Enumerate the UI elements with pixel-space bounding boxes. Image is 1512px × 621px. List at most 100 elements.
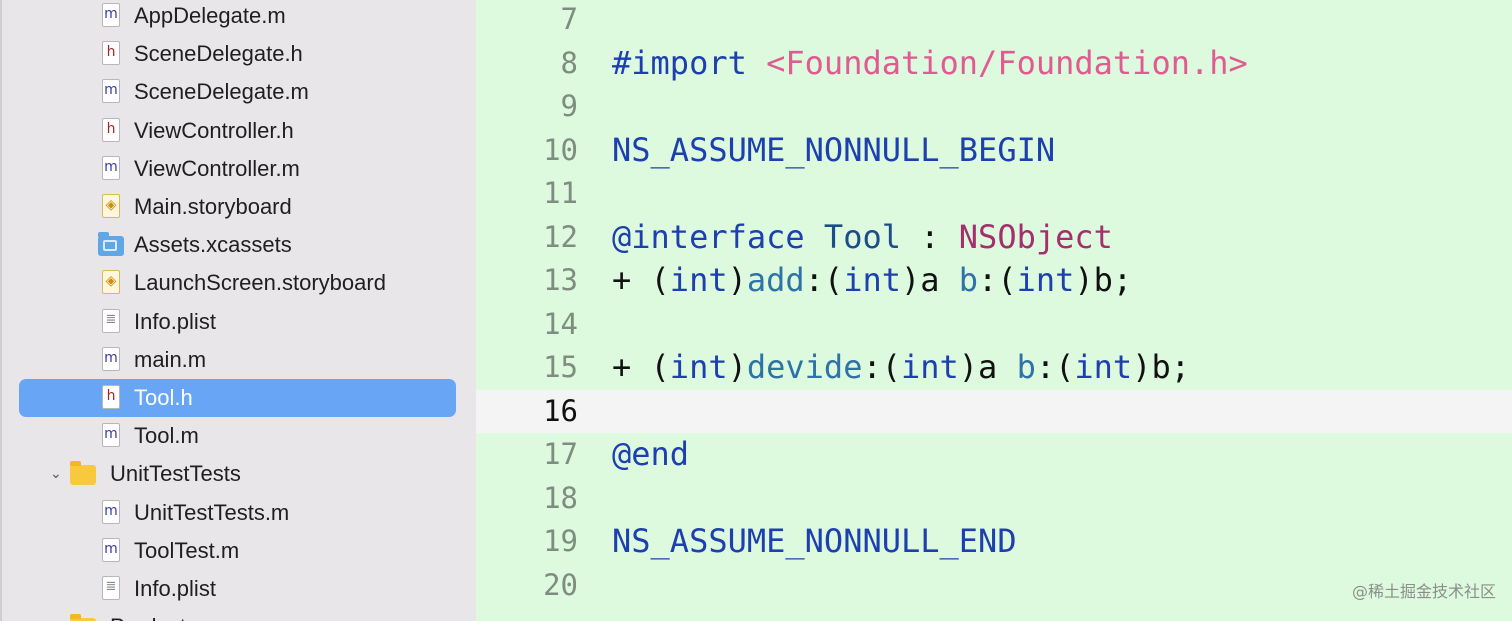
code-line[interactable]: 19 NS_ASSUME_NONNULL_END	[476, 520, 1512, 563]
navigator-item-label: ToolTest.m	[134, 537, 240, 563]
navigator-item-label: Tool.h	[134, 385, 193, 410]
navigator-item-products[interactable]: › Products	[0, 608, 476, 621]
code-text: #import <Foundation/Foundation.h>	[612, 42, 1248, 85]
code-line[interactable]: 10 NS_ASSUME_NONNULL_BEGIN	[476, 129, 1512, 172]
project-navigator: m AppDelegate.m h SceneDelegate.h m SceneDele…	[0, 0, 476, 621]
code-token: @end	[612, 435, 690, 473]
line-number: 18	[543, 480, 578, 515]
asset-catalog-folder-icon	[98, 232, 124, 257]
code-token: )a	[900, 261, 959, 299]
navigator-item-unittesttests-m[interactable]: m UnitTestTests.m	[0, 494, 476, 532]
code-token: :	[900, 217, 959, 256]
code-text: + (int)devide:(int)a b:(int)b;	[612, 346, 1190, 389]
folder-icon	[70, 461, 96, 486]
code-line[interactable]: 15 + (int)devide:(int)a b:(int)b;	[476, 346, 1512, 389]
code-token: #import	[612, 43, 767, 82]
navigator-item-assets-xcassets[interactable]: Assets.xcassets	[0, 226, 476, 264]
code-token: :(	[978, 261, 1017, 299]
line-number: 16	[543, 393, 578, 428]
code-text: @end	[612, 433, 689, 476]
navigator-item-label: UnitTestTests	[110, 461, 241, 487]
code-token: + (	[612, 348, 670, 386]
code-line[interactable]: 13 + (int)add:(int)a b:(int)b;	[476, 259, 1512, 302]
line-number: 11	[543, 176, 578, 210]
code-line[interactable]: 7	[476, 0, 1512, 41]
navigator-item-label: Tool.m	[134, 423, 199, 449]
navigator-item-info-plist[interactable]: ≣ Info.plist	[0, 570, 476, 608]
line-number: 19	[543, 524, 578, 558]
code-token: int	[669, 348, 728, 386]
line-number: 7	[560, 2, 578, 36]
code-line[interactable]: 17 @end	[476, 433, 1512, 476]
navigator-item-label: SceneDelegate.m	[134, 79, 309, 105]
code-line[interactable]: 18	[476, 477, 1512, 520]
navigator-item-launchscreen-storyboard[interactable]: ◈ LaunchScreen.storyboard	[0, 264, 476, 302]
navigator-item-label: Products	[110, 608, 197, 621]
navigator-item-label: UnitTestTests.m	[134, 499, 290, 525]
navigator-item-label: Info.plist	[134, 576, 216, 601]
navigator-item-viewcontroller-h[interactable]: h ViewController.h	[0, 112, 476, 150]
code-line[interactable]: 11	[476, 172, 1512, 215]
code-token: NSObject	[958, 217, 1113, 256]
code-token: b	[1016, 348, 1036, 386]
navigator-item-viewcontroller-m[interactable]: m ViewController.m	[0, 150, 476, 188]
navigator-item-label: main.m	[134, 346, 207, 372]
code-line[interactable]: 14	[476, 303, 1512, 346]
source-editor[interactable]: 7 8 #import <Foundation/Foundation.h> 9 10 NS…	[476, 0, 1512, 621]
disclosure-expanded-icon[interactable]: ⌄	[50, 455, 62, 493]
watermark-text: @稀土掘金技术社区	[1351, 582, 1496, 601]
navigator-item-label: LaunchScreen.storyboard	[134, 270, 386, 296]
code-text: + (int)add:(int)a b:(int)b;	[612, 259, 1132, 302]
plist-file-icon: ≣	[102, 576, 120, 600]
navigator-item-scenedelegate-h[interactable]: h SceneDelegate.h	[0, 35, 476, 73]
line-number: 9	[560, 89, 578, 123]
navigator-item-tool-m[interactable]: m Tool.m	[0, 417, 476, 455]
code-line[interactable]: 8 #import <Foundation/Foundation.h>	[476, 42, 1512, 85]
code-token: )	[727, 348, 747, 386]
navigator-item-label: ViewController.h	[134, 117, 294, 143]
navigator-item-main-m[interactable]: m main.m	[0, 341, 476, 379]
code-token: NS_ASSUME_NONNULL_END	[612, 522, 1017, 560]
navigator-item-main-storyboard[interactable]: ◈ Main.storyboard	[0, 188, 476, 226]
code-token: + (	[612, 261, 670, 299]
storyboard-file-icon: ◈	[102, 270, 120, 295]
code-text: @interface Tool : NSObject	[612, 216, 1113, 259]
navigator-item-scenedelegate-m[interactable]: m SceneDelegate.m	[0, 73, 476, 111]
h-file-icon: h	[102, 41, 120, 66]
code-line[interactable]: 12 @interface Tool : NSObject	[476, 216, 1512, 259]
code-token: :(	[804, 261, 844, 299]
navigator-item-tool-h[interactable]: h Tool.h	[0, 379, 476, 417]
storyboard-file-icon: ◈	[102, 194, 120, 218]
m-file-icon: m	[102, 346, 120, 371]
code-token: NS_ASSUME_NONNULL_BEGIN	[612, 130, 1056, 169]
navigator-item-appdelegate-m[interactable]: m AppDelegate.m	[0, 0, 476, 35]
code-token: int	[1074, 348, 1133, 386]
navigator-item-label: SceneDelegate.h	[134, 41, 303, 67]
navigator-item-unittesttests[interactable]: ⌄ UnitTestTests	[0, 455, 476, 493]
line-number: 17	[543, 437, 578, 471]
navigator-item-tooltest-m[interactable]: m ToolTest.m	[0, 532, 476, 570]
code-token: @interface	[612, 217, 805, 256]
code-token: )b;	[1074, 261, 1133, 299]
line-number: 20	[543, 567, 578, 602]
code-token: )a	[958, 348, 1017, 386]
navigator-item-info-plist[interactable]: ≣ Info.plist	[0, 303, 476, 341]
navigator-item-label: AppDelegate.m	[134, 3, 286, 28]
m-file-icon: m	[102, 79, 120, 104]
code-line[interactable]: 9	[476, 85, 1512, 128]
disclosure-collapsed-icon[interactable]: ›	[50, 608, 56, 621]
code-token: <Foundation/Foundation.h>	[766, 43, 1248, 82]
m-file-icon: m	[102, 537, 120, 562]
code-token: int	[900, 348, 959, 386]
code-token: int	[843, 261, 901, 299]
selection-highlight	[19, 379, 456, 417]
current-code-line[interactable]: 16	[476, 389, 1512, 433]
line-number: 10	[543, 132, 578, 167]
code-token: b	[958, 261, 979, 299]
m-file-icon: m	[102, 423, 120, 448]
line-number: 13	[543, 263, 578, 297]
m-file-icon: m	[102, 499, 120, 524]
line-number: 12	[543, 219, 578, 254]
plist-file-icon: ≣	[102, 308, 120, 333]
